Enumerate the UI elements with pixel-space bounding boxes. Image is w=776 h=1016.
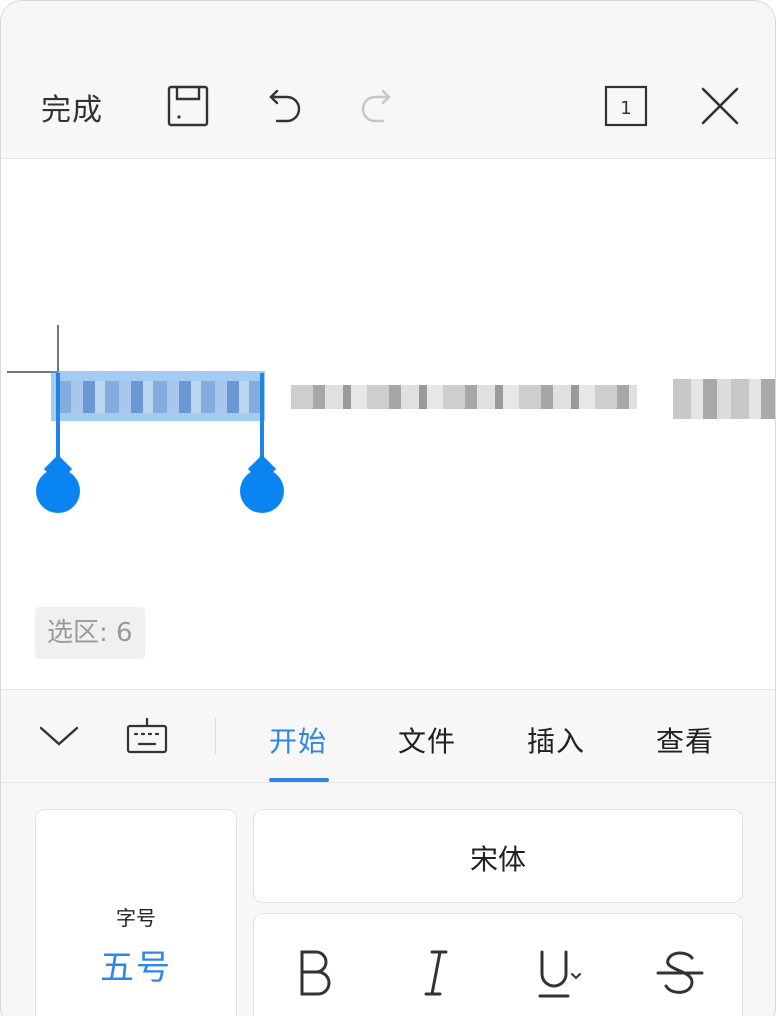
selection-start-handle[interactable] xyxy=(36,469,80,513)
crosshair-cursor-vertical xyxy=(57,325,59,377)
active-tab-indicator xyxy=(269,778,329,782)
top-toolbar: 完成 1 xyxy=(1,1,775,159)
close-icon[interactable] xyxy=(697,83,743,129)
font-size-value: 五号 xyxy=(100,948,172,988)
keyboard-icon[interactable] xyxy=(123,712,171,760)
tab-start[interactable]: 开始 xyxy=(269,720,327,760)
tab-view[interactable]: 查看 xyxy=(656,720,714,760)
undo-icon[interactable] xyxy=(261,83,307,129)
font-size-button[interactable]: 字号 五号 xyxy=(35,809,237,1016)
font-family-value: 宋体 xyxy=(469,843,526,876)
done-button[interactable]: 完成 xyxy=(41,85,103,129)
font-family-button[interactable]: 宋体 xyxy=(253,809,743,903)
selection-end-handle[interactable] xyxy=(240,469,284,513)
selection-count-badge: 选区: 6 xyxy=(35,607,145,659)
ribbon-tab-bar: 开始 文件 插入 查看 xyxy=(1,689,775,783)
underline-icon[interactable] xyxy=(526,942,586,1002)
tab-insert[interactable]: 插入 xyxy=(527,720,585,760)
tab-divider xyxy=(215,718,216,754)
selected-text-redacted xyxy=(57,381,263,413)
chevron-down-icon[interactable] xyxy=(35,712,83,760)
document-text-redacted-end xyxy=(673,379,775,419)
strikethrough-icon[interactable] xyxy=(650,942,710,1002)
document-text-redacted xyxy=(291,385,637,409)
save-icon[interactable] xyxy=(165,83,211,129)
tab-file[interactable]: 文件 xyxy=(398,720,456,760)
bold-icon[interactable] xyxy=(284,942,344,1002)
redo-icon[interactable] xyxy=(353,83,399,129)
editor-panel: 完成 1 选区: 6 开始 文件 插入 查看 字号 五号 宋体 xyxy=(0,0,776,1016)
text-style-group xyxy=(253,913,743,1016)
format-panel: 字号 五号 宋体 xyxy=(1,783,775,1016)
page-count-icon[interactable]: 1 xyxy=(603,83,649,129)
italic-icon[interactable] xyxy=(406,942,466,1002)
page-number: 1 xyxy=(620,98,631,119)
font-size-label: 字号 xyxy=(116,906,156,930)
